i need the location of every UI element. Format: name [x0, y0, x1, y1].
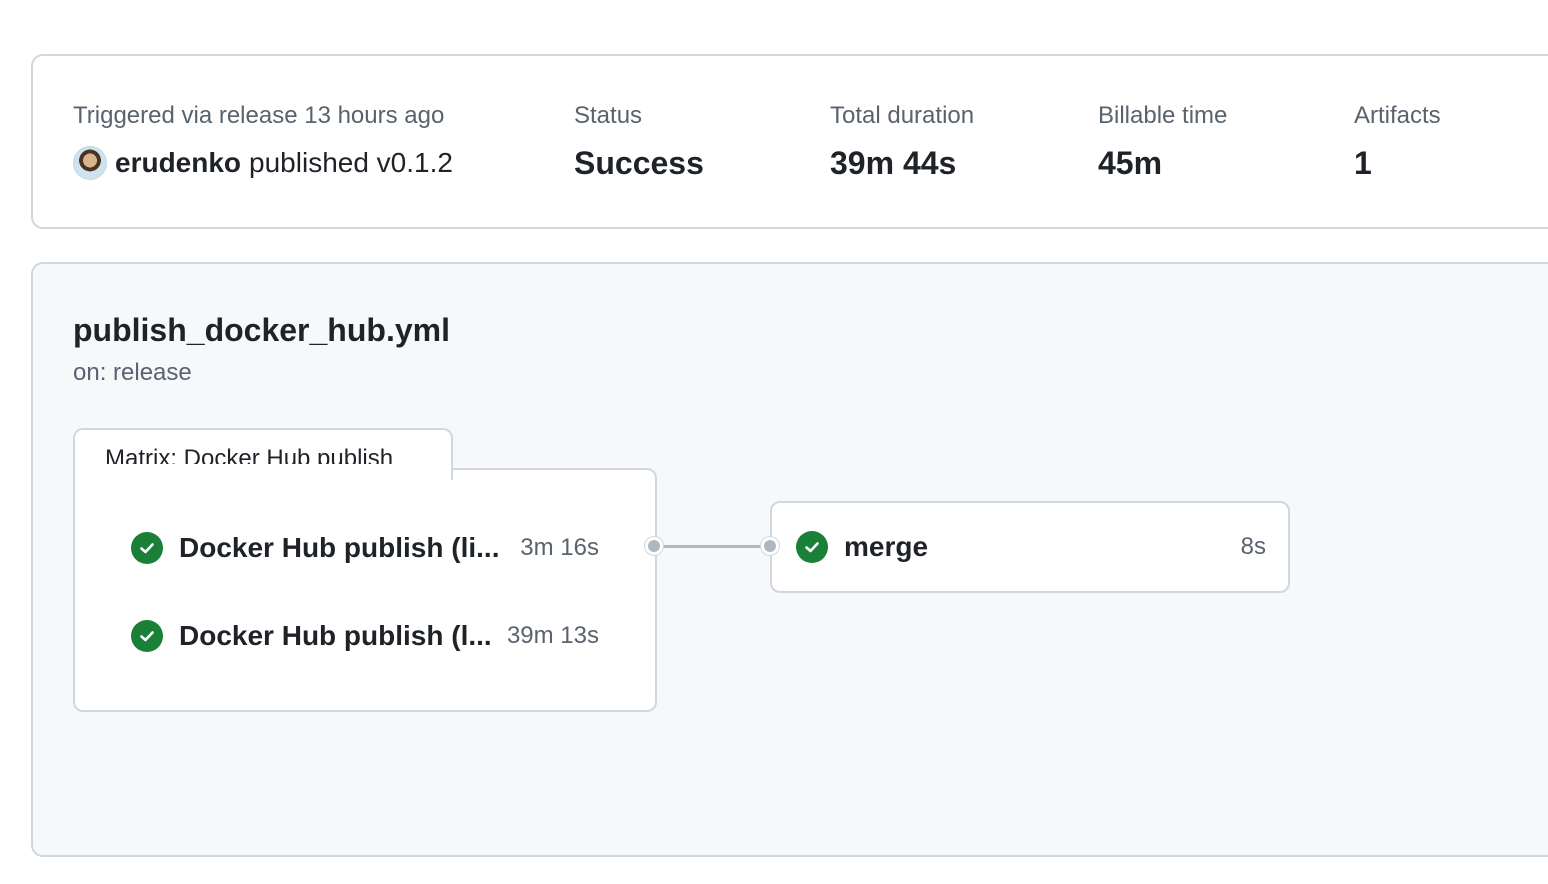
check-circle-icon — [796, 531, 828, 563]
matrix-job-2[interactable]: Docker Hub publish (l... 39m 13s — [131, 616, 599, 656]
artifacts-label: Artifacts — [1354, 102, 1441, 129]
billable-section: Billable time 45m — [1098, 102, 1227, 182]
job-duration: 8s — [1240, 533, 1266, 560]
trigger-info: Triggered via release 13 hours ago erude… — [73, 102, 453, 180]
artifacts-value[interactable]: 1 — [1354, 144, 1441, 182]
job-name: merge — [844, 531, 929, 562]
workflow-trigger: on: release — [73, 359, 192, 386]
billable-label: Billable time — [1098, 102, 1228, 129]
actor-link[interactable]: erudenko — [115, 146, 241, 180]
merge-input-dot — [761, 537, 779, 555]
matrix-tab-join — [75, 464, 451, 484]
workflow-file-title[interactable]: publish_docker_hub.yml — [73, 310, 450, 350]
job-name: Docker Hub publish (l... — [179, 620, 492, 651]
trigger-label: Triggered via release 13 hours ago — [73, 102, 445, 129]
matrix-job-1[interactable]: Docker Hub publish (li... 3m 16s — [131, 528, 599, 568]
duration-label: Total duration — [830, 102, 975, 129]
release-action[interactable]: published v0.1.2 — [249, 146, 453, 180]
job-connector-line — [663, 545, 763, 548]
status-label: Status — [574, 102, 643, 129]
matrix-output-dot — [645, 537, 663, 555]
merge-job[interactable]: merge 8s — [796, 527, 1266, 567]
billable-value: 45m — [1098, 145, 1163, 181]
check-circle-icon — [131, 532, 163, 564]
duration-section: Total duration 39m 44s — [830, 102, 974, 182]
run-summary-card: Triggered via release 13 hours ago erude… — [31, 54, 1548, 229]
job-name: Docker Hub publish (li... — [179, 532, 500, 563]
status-section: Status Success — [574, 102, 704, 182]
artifacts-section[interactable]: Artifacts 1 — [1354, 102, 1441, 182]
duration-value: 39m 44s — [830, 145, 957, 181]
status-value: Success — [574, 145, 704, 181]
matrix-group: Docker Hub publish (li... 3m 16s Docker … — [73, 468, 657, 712]
job-duration: 3m 16s — [520, 534, 599, 561]
trigger-actor-line: erudenko published v0.1.2 — [73, 146, 453, 180]
job-duration: 39m 13s — [506, 622, 599, 649]
check-circle-icon — [131, 620, 163, 652]
workflow-graph: publish_docker_hub.yml on: release Matri… — [31, 262, 1548, 857]
merge-job-card[interactable]: merge 8s — [770, 501, 1290, 593]
avatar[interactable] — [73, 146, 107, 180]
